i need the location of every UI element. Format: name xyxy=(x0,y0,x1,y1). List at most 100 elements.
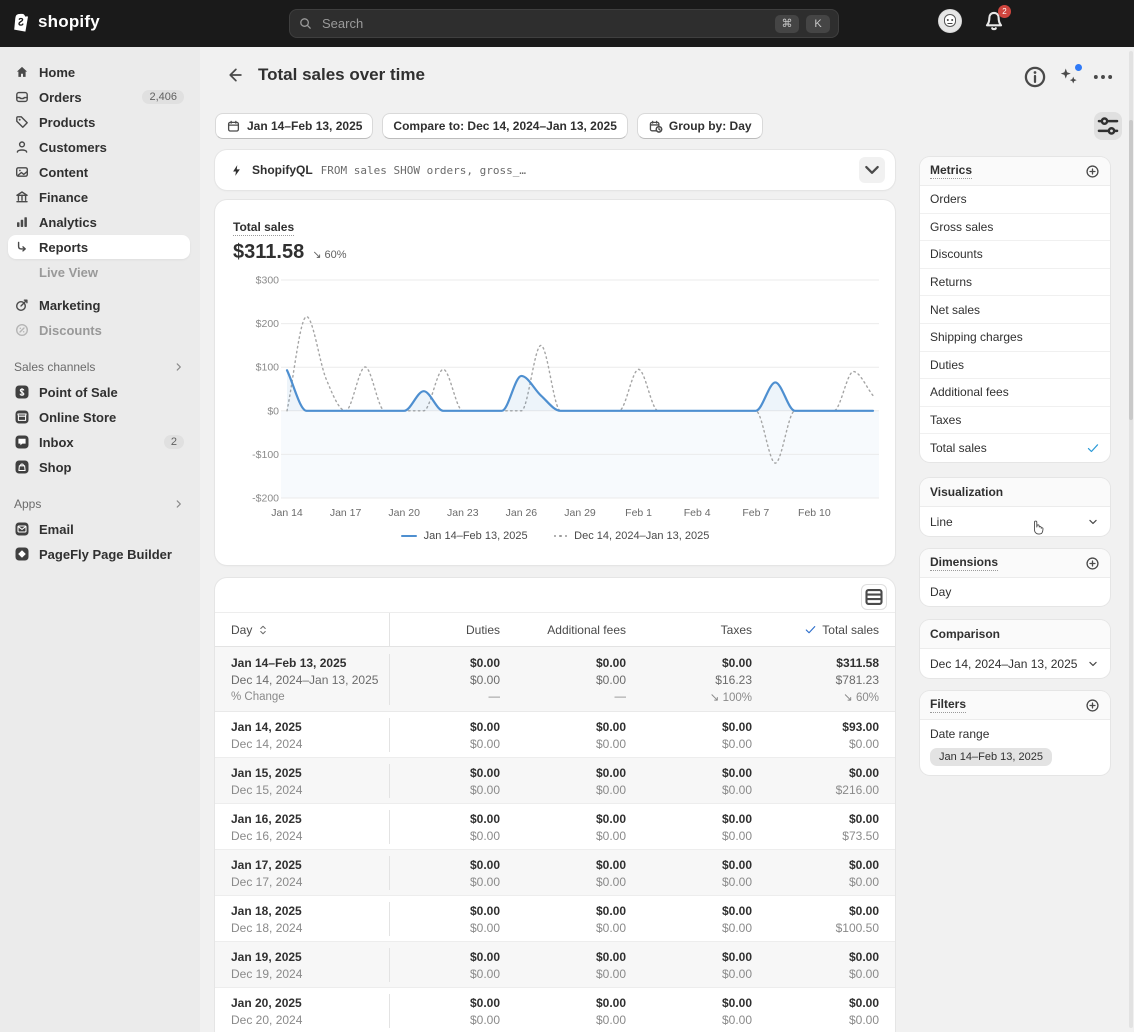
chart-legend: Jan 14–Feb 13, 2025 Dec 14, 2024–Jan 13, … xyxy=(215,530,895,542)
row-date: Dec 15, 2024 xyxy=(215,781,390,798)
legend-previous-period[interactable]: Dec 14, 2024–Jan 13, 2025 xyxy=(554,530,710,542)
metric-orders[interactable]: Orders xyxy=(920,186,1110,214)
row-date: Jan 15, 2025 xyxy=(215,764,390,781)
add-filter-button[interactable] xyxy=(1085,698,1100,713)
sidebar-item-customers[interactable]: Customers xyxy=(8,135,190,159)
sidebar-item-discounts: Discounts xyxy=(8,318,190,342)
metric-gross-sales[interactable]: Gross sales xyxy=(920,214,1110,242)
info-button[interactable] xyxy=(1022,64,1048,90)
sidebar-item-label: Content xyxy=(39,165,88,180)
row-value: $216.00 xyxy=(768,783,895,797)
visualization-value: Line xyxy=(930,515,953,529)
row-date: Jan 14, 2025 xyxy=(215,718,390,735)
metric-discounts[interactable]: Discounts xyxy=(920,241,1110,269)
dotted-line-marker xyxy=(554,535,568,538)
visualization-select[interactable]: Line xyxy=(920,507,1110,536)
comparison-select[interactable]: Dec 14, 2024–Jan 13, 2025 xyxy=(920,649,1110,678)
sidebar-item-label: Marketing xyxy=(39,298,100,313)
search-icon xyxy=(298,16,313,31)
sidebar-item-email[interactable]: Email xyxy=(8,517,190,541)
sidebar-item-orders[interactable]: Orders2,406 xyxy=(8,85,190,109)
customers-icon xyxy=(14,139,30,155)
sidebar-item-content[interactable]: Content xyxy=(8,160,190,184)
sliders-icon xyxy=(1094,112,1122,140)
notification-badge: 2 xyxy=(998,5,1011,18)
shopify-logo[interactable]: shopify xyxy=(10,10,100,34)
comparison-panel-title: Comparison xyxy=(930,627,1000,641)
customize-panel-toggle[interactable] xyxy=(1094,112,1122,140)
global-search[interactable]: ⌘ K xyxy=(289,9,839,38)
row-value: $0.00 xyxy=(642,720,768,734)
shopifyql-expand-button[interactable] xyxy=(859,157,885,183)
row-value: $0.00 xyxy=(390,720,516,734)
search-input[interactable] xyxy=(320,15,768,32)
metric-taxes[interactable]: Taxes xyxy=(920,407,1110,435)
metric-additional-fees[interactable]: Additional fees xyxy=(920,379,1110,407)
legend-current-period[interactable]: Jan 14–Feb 13, 2025 xyxy=(401,530,528,542)
row-value: $0.00 xyxy=(516,720,642,734)
table-view-button[interactable] xyxy=(861,584,887,610)
sidebar-item-marketing[interactable]: Marketing xyxy=(8,293,190,317)
row-date: Jan 19, 2025 xyxy=(215,948,390,965)
row-date: Dec 18, 2024 xyxy=(215,919,390,936)
add-dimension-button[interactable] xyxy=(1085,556,1100,571)
sidebar-item-inbox[interactable]: Inbox2 xyxy=(8,430,190,454)
shopify-wordmark: shopify xyxy=(38,12,100,32)
group-by-chip[interactable]: Group by: Day xyxy=(637,113,763,139)
sidebar-item-pagefly-page-builder[interactable]: PageFly Page Builder xyxy=(8,542,190,566)
sidebar-nav: Home Orders2,406ProductsCustomers Content F… xyxy=(0,47,200,1032)
column-header-day[interactable]: Day xyxy=(215,613,390,646)
sidebar-item-label: Email xyxy=(39,522,74,537)
info-icon xyxy=(1022,64,1048,90)
shop-app-icon xyxy=(14,459,30,475)
compare-to-chip[interactable]: Compare to: Dec 14, 2024–Jan 13, 2025 xyxy=(382,113,627,139)
metric-total-sales[interactable]: Total sales xyxy=(920,434,1110,462)
filter-date-range-chip[interactable]: Jan 14–Feb 13, 2025 xyxy=(930,748,1052,766)
table-header-row: Day Duties Additional fees Taxes Total s… xyxy=(215,613,895,647)
more-actions-button[interactable] xyxy=(1090,64,1116,90)
svg-text:Jan 20: Jan 20 xyxy=(388,507,420,519)
data-table-card: Day Duties Additional fees Taxes Total s… xyxy=(215,578,895,1032)
chevron-right-icon xyxy=(172,360,186,374)
dimensions-panel-title: Dimensions xyxy=(930,555,998,571)
row-date: Jan 14–Feb 13, 2025 xyxy=(215,654,390,671)
sidebar-item-live-view[interactable]: Live View xyxy=(8,260,190,284)
add-metric-button[interactable] xyxy=(1085,164,1100,179)
column-header-taxes: Taxes xyxy=(642,623,768,637)
insights-button[interactable] xyxy=(1056,64,1082,90)
lightning-icon xyxy=(229,163,244,178)
scrollbar-thumb[interactable] xyxy=(1129,120,1133,420)
section-header-apps[interactable]: Apps xyxy=(14,493,186,515)
sidebar-item-analytics[interactable]: Analytics xyxy=(8,210,190,234)
metric-returns[interactable]: Returns xyxy=(920,269,1110,297)
dimension-day[interactable]: Day xyxy=(920,578,1110,606)
sidebar-item-products[interactable]: Products xyxy=(8,110,190,134)
sidebar-item-online-store[interactable]: Online Store xyxy=(8,405,190,429)
selected-check-icon xyxy=(1086,441,1100,455)
section-header-sales-channels[interactable]: Sales channels xyxy=(14,356,186,378)
metric-net-sales[interactable]: Net sales xyxy=(920,296,1110,324)
row-value: $0.00 xyxy=(642,996,768,1010)
metric-duties[interactable]: Duties xyxy=(920,352,1110,380)
row-value: $0.00 xyxy=(516,673,642,687)
row-value: $0.00 xyxy=(390,904,516,918)
sidebar-item-point-of-sale[interactable]: Point of Sale xyxy=(8,380,190,404)
pos-app-icon xyxy=(14,384,30,400)
row-value: $0.00 xyxy=(642,829,768,843)
store-avatar[interactable] xyxy=(938,9,962,33)
sidebar-item-label: Home xyxy=(39,65,75,80)
sidebar-item-shop[interactable]: Shop xyxy=(8,455,190,479)
row-value: $0.00 xyxy=(768,858,895,872)
metric-shipping-charges[interactable]: Shipping charges xyxy=(920,324,1110,352)
sidebar-item-finance[interactable]: Finance xyxy=(8,185,190,209)
shopifyql-bar[interactable]: ShopifyQL FROM sales SHOW orders, gross_… xyxy=(215,150,895,190)
table-toolbar xyxy=(215,578,895,613)
sidebar-item-reports[interactable]: Reports xyxy=(8,235,190,259)
back-arrow-icon[interactable] xyxy=(224,65,244,85)
elbow-icon xyxy=(14,239,30,255)
notifications-bell-icon[interactable]: 2 xyxy=(982,9,1006,33)
date-range-chip[interactable]: Jan 14–Feb 13, 2025 xyxy=(215,113,373,139)
sidebar-item-home[interactable]: Home xyxy=(8,60,190,84)
column-header-duties: Duties xyxy=(390,623,516,637)
column-header-total-sales[interactable]: Total sales xyxy=(768,623,895,637)
